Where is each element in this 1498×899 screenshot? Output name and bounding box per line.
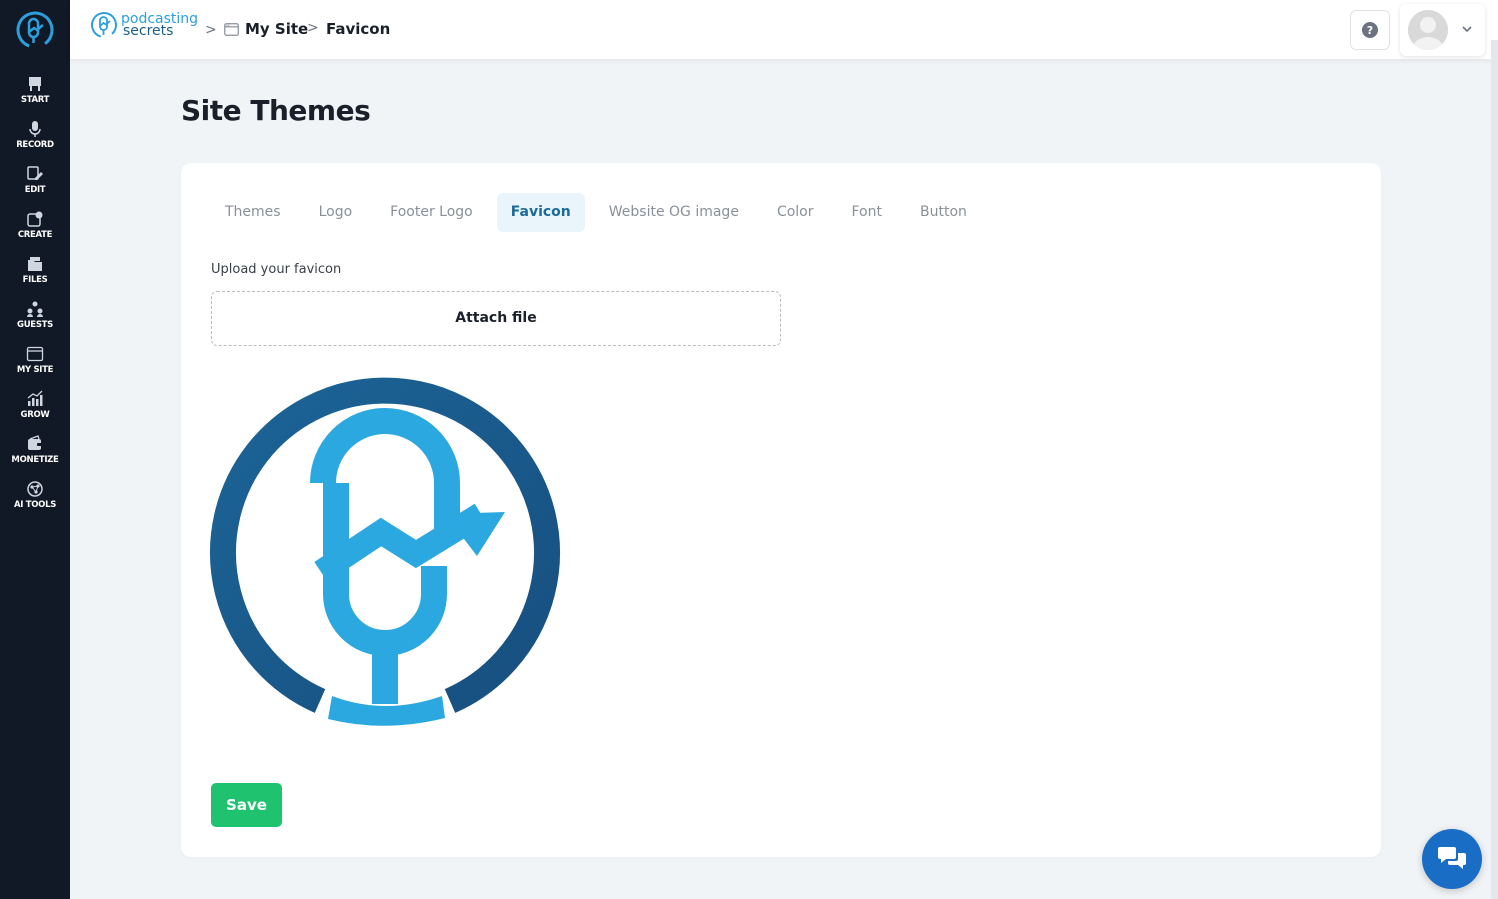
avatar <box>1408 10 1448 50</box>
breadcrumb-current: Favicon <box>326 20 391 38</box>
favicon-preview-image <box>210 377 560 726</box>
breadcrumb-separator: > <box>205 22 217 38</box>
brand-logo[interactable]: podcasting secrets <box>90 11 198 39</box>
site-icon <box>26 346 44 362</box>
chat-bubbles-icon <box>1438 847 1466 869</box>
sidebar-item-label: MONETIZE <box>11 455 59 465</box>
profile-menu-button[interactable] <box>1400 4 1485 56</box>
sidebar-item-start[interactable]: START <box>0 75 70 117</box>
sidebar-item-my-site[interactable]: MY SITE <box>0 345 70 387</box>
question-mark-icon: ? <box>1362 22 1378 38</box>
tab-color[interactable]: Color <box>763 193 828 232</box>
tab-themes[interactable]: Themes <box>211 193 295 232</box>
tab-favicon[interactable]: Favicon <box>496 193 585 232</box>
create-icon <box>27 211 43 227</box>
sidebar-item-label: START <box>20 95 50 105</box>
breadcrumb-separator: > <box>307 20 319 36</box>
sidebar-item-ai-tools[interactable]: AI TOOLS <box>0 480 70 522</box>
sidebar-item-label: RECORD <box>16 140 54 150</box>
app-logo-icon[interactable] <box>15 10 55 50</box>
breadcrumb-my-site[interactable]: My Site <box>224 20 308 38</box>
sidebar-item-files[interactable]: FILES <box>0 255 70 297</box>
sidebar-item-label: GROW <box>20 410 50 420</box>
chat-launcher-button[interactable] <box>1422 829 1482 889</box>
microphone-icon <box>29 121 41 137</box>
tab-logo[interactable]: Logo <box>305 193 367 232</box>
theme-tabs: Themes Logo Footer Logo Favicon Website OG i… <box>211 193 991 232</box>
ai-tools-icon <box>27 481 43 497</box>
sidebar-item-create[interactable]: CREATE <box>0 210 70 252</box>
breadcrumb-parent-label: My Site <box>245 20 309 38</box>
sidebar-item-guests[interactable]: GUESTS <box>0 300 70 342</box>
sidebar-item-label: AI TOOLS <box>13 500 57 510</box>
sidebar-item-monetize[interactable]: MONETIZE <box>0 435 70 477</box>
sidebar-item-label: GUESTS <box>17 320 53 330</box>
start-icon <box>29 77 41 91</box>
podcasting-secrets-logo-icon <box>91 12 117 38</box>
sidebar-item-label: FILES <box>22 275 48 285</box>
page-title: Site Themes <box>181 94 371 127</box>
browser-window-icon <box>224 22 239 36</box>
grow-icon <box>27 390 43 406</box>
sidebar-item-grow[interactable]: GROW <box>0 390 70 432</box>
tab-website-og-image[interactable]: Website OG image <box>595 193 753 232</box>
user-placeholder-icon <box>1408 10 1448 50</box>
chevron-down-icon <box>1462 26 1472 33</box>
help-button[interactable]: ? <box>1350 10 1390 50</box>
monetize-icon <box>28 435 42 450</box>
sidebar-item-label: MY SITE <box>16 365 54 375</box>
tab-button[interactable]: Button <box>906 193 981 232</box>
tab-font[interactable]: Font <box>838 193 896 232</box>
themes-card: Themes Logo Footer Logo Favicon Website OG i… <box>181 163 1381 857</box>
upload-favicon-label: Upload your favicon <box>211 262 342 277</box>
scrollbar[interactable] <box>1491 40 1498 899</box>
tab-footer-logo[interactable]: Footer Logo <box>376 193 487 232</box>
sidebar-item-label: EDIT <box>24 185 46 195</box>
files-icon <box>28 257 42 271</box>
sidebar-item-record[interactable]: RECORD <box>0 120 70 162</box>
sidebar: START RECORD EDIT CREATE FILES GUESTS MY SITE G… <box>0 0 70 899</box>
guests-icon <box>27 301 43 317</box>
save-button[interactable]: Save <box>211 783 282 827</box>
attach-file-button[interactable]: Attach file <box>211 291 781 346</box>
edit-icon <box>27 166 43 180</box>
sidebar-item-label: CREATE <box>17 230 53 240</box>
top-bar: podcasting secrets > My Site > Favicon ? <box>70 0 1498 59</box>
sidebar-item-edit[interactable]: EDIT <box>0 165 70 207</box>
